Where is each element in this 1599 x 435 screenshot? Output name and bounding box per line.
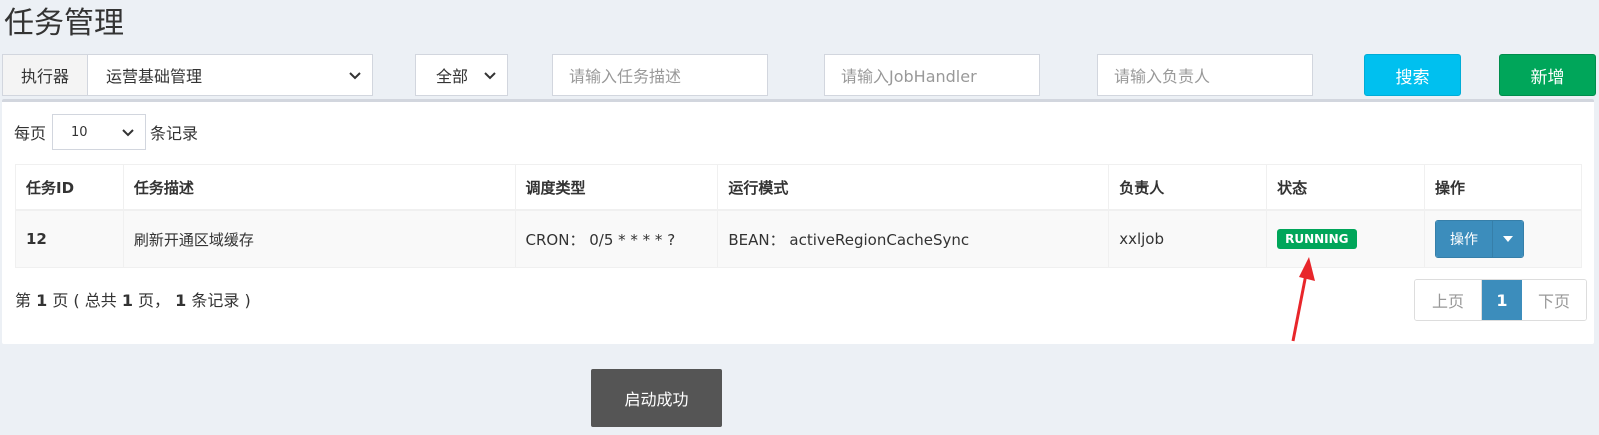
job-table: 任务ID 任务描述 调度类型 运行模式 负责人 状态 操作 12 刷新开通区域缓…: [15, 164, 1582, 268]
red-arrow-annotation: [1291, 257, 1315, 342]
info-total-pages: 1: [121, 291, 133, 310]
cell-desc: 刷新开通区域缓存: [122, 209, 516, 268]
add-button[interactable]: 新增: [1499, 54, 1596, 96]
page-title: 任务管理: [4, 6, 124, 41]
chevron-down-icon: [349, 72, 361, 80]
caret-down-icon: [1503, 236, 1514, 242]
table-header-row: 任务ID 任务描述 调度类型 运行模式 负责人 状态 操作: [15, 164, 1582, 211]
col-header-desc[interactable]: 任务描述: [122, 164, 516, 211]
cell-action: 操作: [1424, 209, 1582, 268]
info-text-3: 页，: [132, 291, 176, 310]
job-handler-input[interactable]: 请输入JobHandler: [824, 54, 1040, 96]
info-page: 1: [36, 291, 48, 310]
executor-value: 运营基础管理: [106, 67, 203, 86]
page-size-select[interactable]: 10: [52, 114, 147, 150]
toast-message: 启动成功: [591, 369, 722, 427]
cell-schedule: CRON： 0/5 * * * * ?: [514, 209, 719, 268]
info-text-1: 第: [15, 291, 37, 310]
pagination: 上页 1 下页: [1414, 279, 1587, 321]
prev-page-button[interactable]: 上页: [1415, 280, 1482, 320]
status-select[interactable]: 全部: [415, 54, 508, 96]
perpage-prefix: 每页: [14, 124, 47, 143]
action-button[interactable]: 操作: [1436, 221, 1494, 257]
author-input[interactable]: 请输入负责人: [1097, 54, 1313, 96]
col-header-status[interactable]: 状态: [1266, 164, 1426, 211]
executor-filter[interactable]: 执行器 运营基础管理: [2, 54, 373, 96]
executor-label: 执行器: [3, 55, 88, 95]
col-header-mode[interactable]: 运行模式: [717, 164, 1110, 211]
action-dropdown-toggle[interactable]: [1493, 221, 1524, 257]
col-header-action: 操作: [1424, 164, 1582, 211]
status-value: 全部: [436, 67, 469, 86]
table-row: 12 刷新开通区域缓存 CRON： 0/5 * * * * ? BEAN： ac…: [15, 209, 1582, 268]
info-text-4: 条记录 ): [186, 291, 251, 310]
col-header-id[interactable]: 任务ID: [15, 164, 124, 211]
status-badge: RUNNING: [1277, 229, 1357, 249]
info-records: 1: [175, 291, 187, 310]
chevron-down-icon: [122, 129, 134, 137]
action-button-group[interactable]: 操作: [1435, 220, 1525, 258]
executor-select[interactable]: 运营基础管理: [88, 55, 372, 95]
current-page-button[interactable]: 1: [1482, 280, 1522, 320]
page-size-control: 每页 10 条记录: [14, 114, 198, 150]
perpage-suffix: 条记录: [150, 124, 199, 143]
cell-mode: BEAN： activeRegionCacheSync: [717, 209, 1110, 268]
search-button[interactable]: 搜索: [1364, 54, 1461, 96]
table-info: 第 1 页 ( 总共 1 页， 1 条记录 ): [15, 287, 251, 311]
cell-id: 12: [15, 209, 124, 268]
col-header-schedule[interactable]: 调度类型: [514, 164, 719, 211]
page-size-value: 10: [71, 124, 88, 140]
info-text-2: 页 ( 总共: [47, 291, 122, 310]
job-list-box: 每页 10 条记录 任务ID 任务描述 调度类型 运行模式 负责人 状态 操作 …: [2, 99, 1594, 344]
col-header-author[interactable]: 负责人: [1108, 164, 1268, 211]
chevron-down-icon: [484, 72, 496, 80]
cell-author: xxljob: [1108, 209, 1268, 268]
job-desc-input[interactable]: 请输入任务描述: [552, 54, 768, 96]
next-page-button[interactable]: 下页: [1522, 280, 1586, 320]
